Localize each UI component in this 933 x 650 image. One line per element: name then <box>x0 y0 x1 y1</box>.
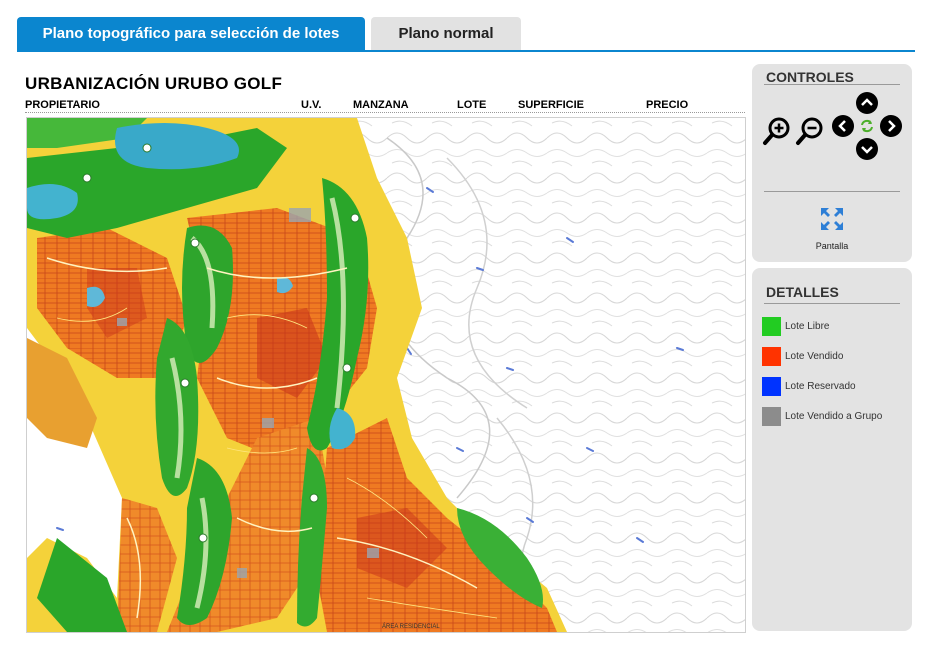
legend-label: Lote Reservado <box>785 381 856 392</box>
legend-swatch <box>762 377 781 396</box>
uv-label: U.V. <box>301 99 322 111</box>
legend-label: Lote Vendido <box>785 351 844 362</box>
details-panel: DETALLES Lote Libre Lote Vendido Lote Re… <box>752 268 912 631</box>
zoom-in-icon[interactable] <box>762 116 792 146</box>
arrow-up-icon[interactable] <box>856 92 878 114</box>
arrow-left-icon[interactable] <box>832 115 854 137</box>
controls-panel: CONTROLES Pantalla <box>752 64 912 262</box>
tab-plano-topografico[interactable]: Plano topográfico para selección de lote… <box>17 17 365 51</box>
lote-label: LOTE <box>457 99 487 111</box>
reset-icon[interactable] <box>858 117 876 135</box>
zoom-out-icon[interactable] <box>795 116 825 146</box>
fullscreen-icon[interactable] <box>820 207 844 231</box>
arrow-down-icon[interactable] <box>856 138 878 160</box>
superficie-label: SUPERFICIE <box>518 99 585 111</box>
details-divider <box>764 303 900 304</box>
legend-swatch <box>762 347 781 366</box>
controls-divider-2 <box>764 191 900 192</box>
legend-label: Lote Vendido a Grupo <box>785 411 883 422</box>
page-title: URBANIZACIÓN URUBO GOLF <box>25 74 283 93</box>
tab-bar: Plano topográfico para selección de lote… <box>17 17 915 53</box>
legend-label: Lote Libre <box>785 321 830 332</box>
map-drawing[interactable]: ÁREA RESIDENCIAL <box>27 118 745 632</box>
precio-label: PRECIO <box>646 99 689 111</box>
details-title: DETALLES <box>766 284 839 300</box>
arrow-right-icon[interactable] <box>880 115 902 137</box>
propietario-label: PROPIETARIO <box>25 99 100 111</box>
topographic-map[interactable]: ÁREA RESIDENCIAL <box>26 117 746 633</box>
tab-underline <box>17 50 915 52</box>
map-area-label: ÁREA RESIDENCIAL <box>382 623 440 630</box>
controls-title: CONTROLES <box>766 69 854 85</box>
tab-plano-normal[interactable]: Plano normal <box>371 17 521 51</box>
legend-swatch <box>762 317 781 336</box>
fullscreen-label[interactable]: Pantalla <box>752 241 912 251</box>
legend-swatch <box>762 407 781 426</box>
controls-divider <box>764 84 900 85</box>
manzana-label: MANZANA <box>353 99 409 111</box>
lot-info-bar: PROPIETARIO U.V. MANZANA LOTE SUPERFICIE… <box>25 98 745 113</box>
